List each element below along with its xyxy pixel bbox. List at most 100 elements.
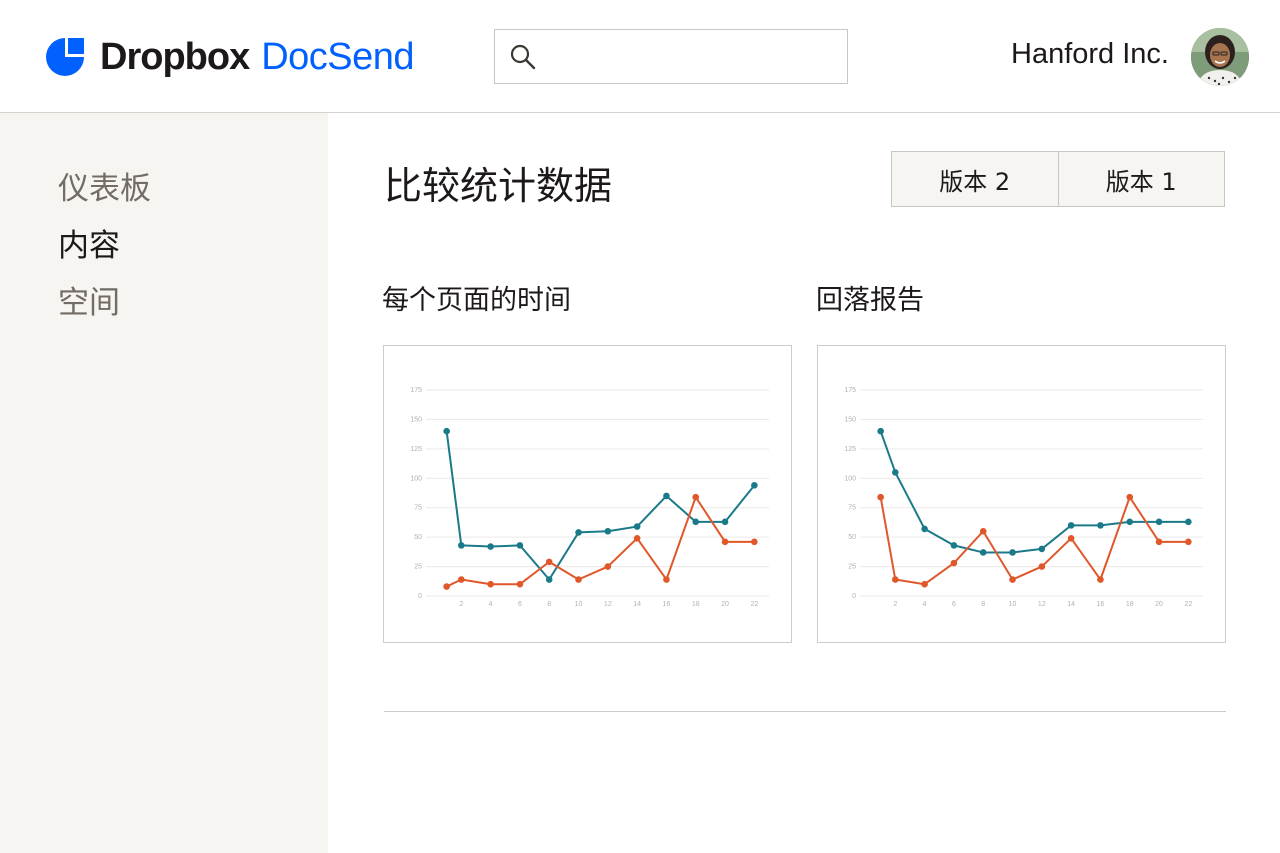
chart-dropoff-report: 0 25 50 75 100 125 150 175 2 4 6 8 10 12 14 16 18 20 22	[817, 345, 1226, 643]
docsend-logo-icon	[46, 38, 84, 76]
data-point	[1038, 563, 1046, 570]
data-point	[921, 525, 928, 533]
data-point	[692, 518, 700, 526]
x-tick-label: 2	[459, 601, 463, 608]
data-point	[1185, 538, 1192, 546]
x-tick-label: 22	[750, 601, 758, 608]
data-point	[721, 518, 729, 526]
sidebar-item-dashboard[interactable]: 仪表板	[58, 163, 151, 208]
data-point	[921, 580, 928, 588]
data-point	[663, 576, 670, 583]
x-tick-label: 6	[952, 601, 956, 608]
data-point	[458, 576, 465, 583]
y-tick-label: 75	[848, 505, 856, 512]
y-tick-label: 150	[844, 416, 856, 423]
data-point	[751, 482, 758, 489]
chart-title-time-per-page: 每个页面的时间	[382, 285, 571, 316]
y-tick-label: 25	[848, 564, 856, 571]
data-point	[892, 469, 899, 476]
y-tick-label: 125	[410, 446, 422, 453]
x-tick-label: 2	[893, 601, 897, 608]
x-tick-label: 16	[663, 601, 671, 608]
data-point	[721, 538, 729, 546]
data-point	[604, 563, 612, 570]
x-tick-label: 10	[575, 601, 583, 608]
y-tick-label: 75	[414, 505, 422, 512]
chart-title-dropoff-report: 回落报告	[816, 285, 924, 316]
sidebar: 仪表板 内容 空间	[0, 113, 328, 853]
brand-name: Dropbox	[100, 35, 250, 78]
data-point	[1067, 535, 1075, 542]
series-line-0	[879, 430, 1189, 554]
data-point	[663, 492, 670, 500]
search-icon	[510, 44, 536, 70]
y-tick-label: 0	[852, 593, 856, 600]
x-tick-label: 10	[1009, 601, 1017, 608]
logo[interactable]: Dropbox DocSend	[46, 35, 415, 78]
data-point	[1126, 493, 1134, 501]
chart-svg: 0 25 50 75 100 125 150 175 2 4 6 8 10 12 14 16 18 20 22	[844, 387, 1203, 608]
data-point	[487, 543, 494, 550]
x-tick-label: 8	[547, 601, 551, 608]
data-point	[633, 523, 641, 530]
data-point	[877, 427, 884, 435]
y-tick-label: 150	[410, 416, 422, 423]
x-tick-label: 20	[721, 601, 729, 608]
data-point	[1009, 576, 1016, 583]
x-tick-label: 16	[1097, 601, 1105, 608]
user-avatar-icon	[1191, 28, 1249, 86]
tab-version-2[interactable]: 版本 2	[892, 152, 1058, 206]
data-point	[516, 542, 524, 549]
x-tick-label: 12	[1038, 601, 1046, 608]
search-input[interactable]	[545, 38, 839, 76]
sidebar-item-content[interactable]: 内容	[58, 220, 120, 265]
search-box[interactable]	[494, 29, 848, 84]
chart-time-per-page: 0 25 50 75 100 125 150 175 2 4 6 8 10 12 14 16 18 20 22	[383, 345, 792, 643]
data-point	[443, 427, 450, 435]
x-tick-label: 22	[1184, 601, 1192, 608]
y-tick-label: 0	[418, 593, 422, 600]
top-bar: Dropbox DocSend Hanford Inc.	[0, 0, 1280, 113]
y-tick-label: 100	[844, 475, 856, 482]
x-tick-label: 4	[923, 601, 927, 608]
data-point	[1038, 545, 1046, 553]
product-name: DocSend	[261, 35, 415, 78]
company-name: Hanford Inc.	[1011, 38, 1169, 70]
data-point	[545, 576, 553, 583]
data-point	[1067, 522, 1075, 529]
version-toggle: 版本 2 版本 1	[891, 151, 1225, 207]
data-point	[1185, 518, 1192, 526]
data-point	[487, 580, 494, 588]
x-tick-label: 14	[633, 601, 641, 608]
data-point	[950, 559, 958, 567]
x-tick-label: 6	[518, 601, 522, 608]
y-tick-label: 50	[414, 534, 422, 541]
divider	[384, 711, 1226, 712]
data-point	[751, 538, 758, 546]
y-tick-label: 25	[414, 564, 422, 571]
data-point	[604, 527, 612, 535]
y-tick-label: 175	[844, 387, 856, 394]
page-title: 比较统计数据	[384, 164, 613, 208]
data-point	[516, 580, 524, 588]
data-point	[979, 527, 987, 535]
data-point	[1155, 538, 1163, 546]
x-tick-label: 20	[1155, 601, 1163, 608]
tab-version-1[interactable]: 版本 1	[1057, 152, 1225, 206]
avatar[interactable]	[1191, 28, 1249, 86]
data-point	[1155, 518, 1163, 526]
data-point	[877, 493, 884, 501]
y-tick-label: 175	[410, 387, 422, 394]
y-tick-label: 100	[410, 475, 422, 482]
series-line-1	[446, 496, 755, 588]
sidebar-item-spaces[interactable]: 空间	[58, 277, 120, 322]
chart-svg: 0 25 50 75 100 125 150 175 2 4 6 8 10 12 14 16 18 20 22	[410, 387, 769, 608]
series-line-0	[445, 431, 756, 581]
data-point	[443, 583, 450, 590]
data-point	[950, 542, 958, 549]
data-point	[1097, 522, 1104, 529]
x-tick-label: 4	[489, 601, 493, 608]
data-point	[692, 493, 700, 501]
data-point	[1009, 549, 1016, 556]
x-tick-label: 18	[692, 601, 700, 608]
